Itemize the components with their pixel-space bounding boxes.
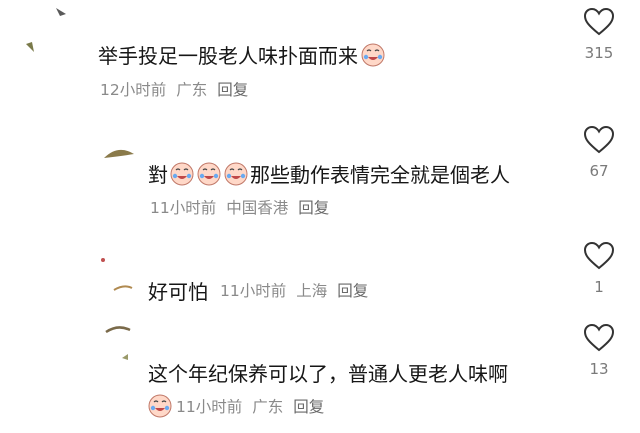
avatar[interactable]: [100, 248, 148, 296]
comment-meta: 11小时前 广东 回复: [148, 394, 334, 418]
heart-outline-icon: [584, 8, 614, 36]
avatar-image: [104, 149, 134, 158]
comment-location: 广东: [252, 398, 284, 416]
like-button[interactable]: 13: [574, 324, 624, 378]
comment-text-content: 这个年纪保养可以了，普通人更老人味啊: [148, 362, 508, 386]
comment-location: 广东: [176, 81, 208, 99]
avatar[interactable]: [100, 132, 148, 180]
avatar-image: [26, 8, 66, 52]
comment-item: 對 那些動作表情完全就是個老人 11小时前 中国香港 回复 67: [0, 120, 640, 230]
crying-laughing-emoji-icon: [170, 162, 194, 186]
comment-text-content: 好可怕: [148, 280, 208, 304]
avatar-image: [105, 326, 131, 360]
like-button[interactable]: 1: [574, 242, 624, 296]
reply-button[interactable]: 回复: [293, 395, 324, 417]
crying-laughing-emoji-icon: [361, 43, 385, 67]
like-button[interactable]: 315: [574, 8, 624, 62]
like-button[interactable]: 67: [574, 126, 624, 180]
avatar[interactable]: [100, 320, 148, 368]
comment-time: 11小时前: [220, 282, 287, 300]
comment-text-content: 那些動作表情完全就是個老人: [250, 163, 510, 187]
comment-location: 中国香港: [226, 199, 289, 217]
comment-location: 上海: [296, 282, 328, 300]
heart-outline-icon: [584, 242, 614, 270]
comment-item: 好可怕 11小时前 上海 回复 1: [0, 232, 640, 312]
comment-meta: 11小时前 上海 回复: [220, 279, 378, 301]
like-count: 1: [594, 278, 604, 296]
like-count: 315: [584, 44, 614, 62]
comment-text: 举手投足一股老人味扑面而来: [98, 40, 385, 69]
avatar-image: [101, 258, 133, 291]
like-count: 13: [589, 360, 609, 378]
reply-button[interactable]: 回复: [337, 279, 368, 301]
comment-text-prefix: 對: [148, 163, 168, 187]
reply-button[interactable]: 回复: [298, 196, 329, 218]
comment-text: 對 那些動作表情完全就是個老人: [148, 159, 510, 188]
comment-item: 这个年纪保养可以了，普通人更老人味啊 11小时前 广东 回复 13: [0, 318, 640, 433]
crying-laughing-emoji-icon: [224, 162, 248, 186]
reply-button[interactable]: 回复: [217, 78, 248, 100]
comment-meta: 11小时前 中国香港 回复: [150, 196, 339, 218]
comment-time: 11小时前: [150, 199, 217, 217]
heart-outline-icon: [584, 324, 614, 352]
comment-time: 11小时前: [176, 398, 243, 416]
comment-time: 12小时前: [100, 81, 167, 99]
comment-meta: 12小时前 广东 回复: [100, 78, 258, 100]
comment-text: 好可怕: [148, 276, 208, 305]
heart-outline-icon: [584, 126, 614, 154]
crying-laughing-emoji-icon: [197, 162, 221, 186]
comment-item: 举手投足一股老人味扑面而来 12小时前 广东 回复 315: [0, 0, 640, 110]
like-count: 67: [589, 162, 609, 180]
crying-laughing-emoji-icon: [148, 394, 172, 418]
avatar[interactable]: [20, 4, 68, 52]
comment-text-content: 举手投足一股老人味扑面而来: [98, 44, 358, 68]
comment-text: 这个年纪保养可以了，普通人更老人味啊: [148, 358, 508, 387]
